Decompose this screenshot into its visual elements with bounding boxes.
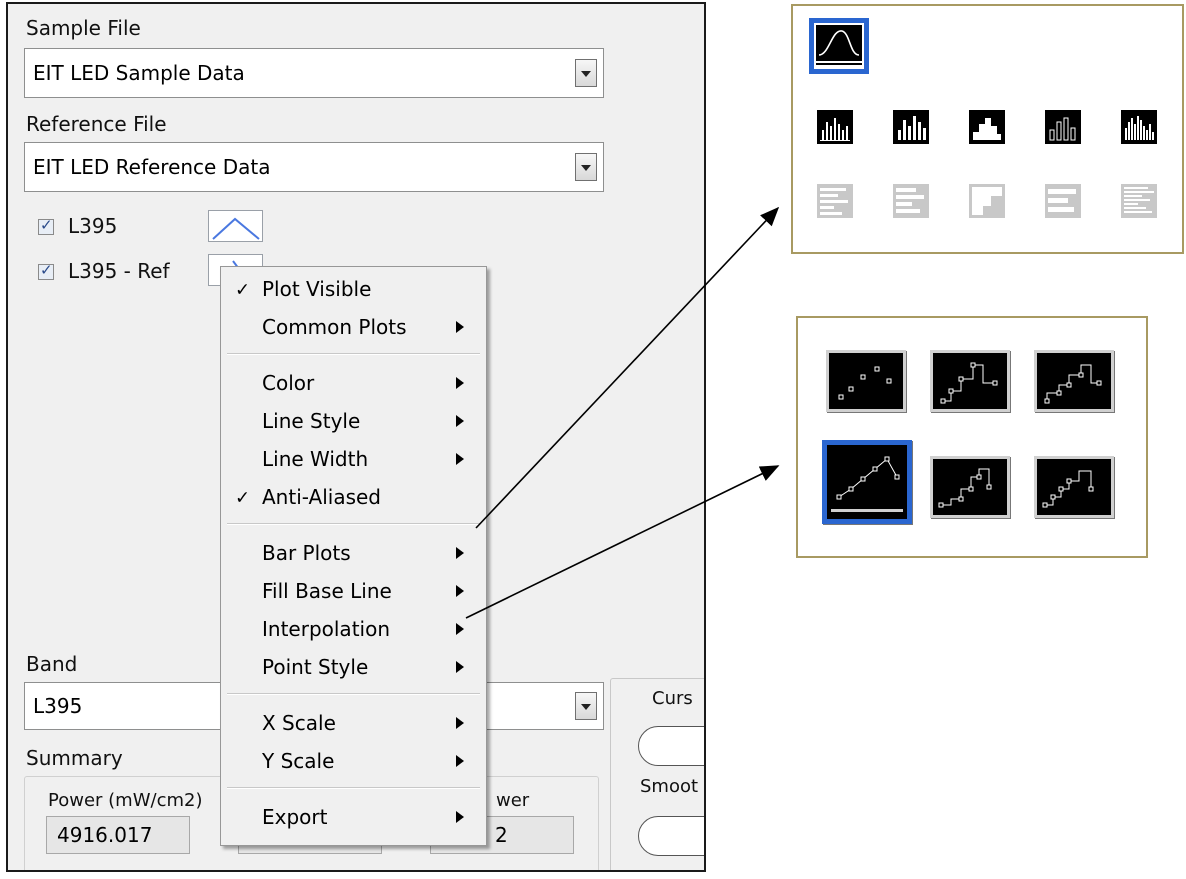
vertical-bars-icon <box>969 110 1005 144</box>
line-plot-option[interactable] <box>809 18 869 74</box>
step-centered-hv-option[interactable] <box>930 456 1010 518</box>
bar-horizontal-thin-option[interactable] <box>817 184 853 218</box>
step-hv-icon <box>940 362 998 404</box>
vertical-bars-icon <box>817 110 853 144</box>
bar-vertical-mixed-option[interactable] <box>893 110 929 144</box>
bar-vertical-thin-option[interactable] <box>817 110 853 144</box>
bar-horizontal-filled-option[interactable] <box>969 184 1005 218</box>
horizontal-bars-icon <box>893 184 929 218</box>
step-centered-vh-icon <box>1042 470 1094 508</box>
interpolation-palette <box>796 316 1148 558</box>
horizontal-bars-icon <box>1045 184 1081 218</box>
bar-plots-palette <box>791 4 1184 254</box>
line-plot-icon <box>816 25 862 65</box>
points-only-icon <box>838 366 892 400</box>
linear-interpolation-icon <box>831 449 903 512</box>
horizontal-bars-icon <box>1121 184 1157 218</box>
arrow-to-bar-plots-palette <box>475 206 780 529</box>
linear-interpolation-option[interactable] <box>822 440 912 524</box>
bar-vertical-gaps-option[interactable] <box>1045 110 1081 144</box>
step-vh-option[interactable] <box>1034 350 1114 412</box>
bar-horizontal-dense-option[interactable] <box>1121 184 1157 218</box>
step-centered-hv-icon <box>938 468 992 508</box>
step-hv-option[interactable] <box>930 350 1010 412</box>
bar-vertical-dense-option[interactable] <box>1121 110 1157 144</box>
bar-horizontal-mixed-option[interactable] <box>893 184 929 218</box>
horizontal-bars-icon <box>969 184 1005 218</box>
step-centered-vh-option[interactable] <box>1034 456 1114 518</box>
bar-vertical-filled-option[interactable] <box>969 110 1005 144</box>
step-vh-icon <box>1044 364 1102 404</box>
bar-horizontal-gaps-option[interactable] <box>1045 184 1081 218</box>
vertical-bars-icon <box>1045 110 1081 144</box>
vertical-bars-icon <box>1121 110 1157 144</box>
vertical-bars-icon <box>893 110 929 144</box>
points-only-option[interactable] <box>826 350 906 412</box>
horizontal-bars-icon <box>817 184 853 218</box>
